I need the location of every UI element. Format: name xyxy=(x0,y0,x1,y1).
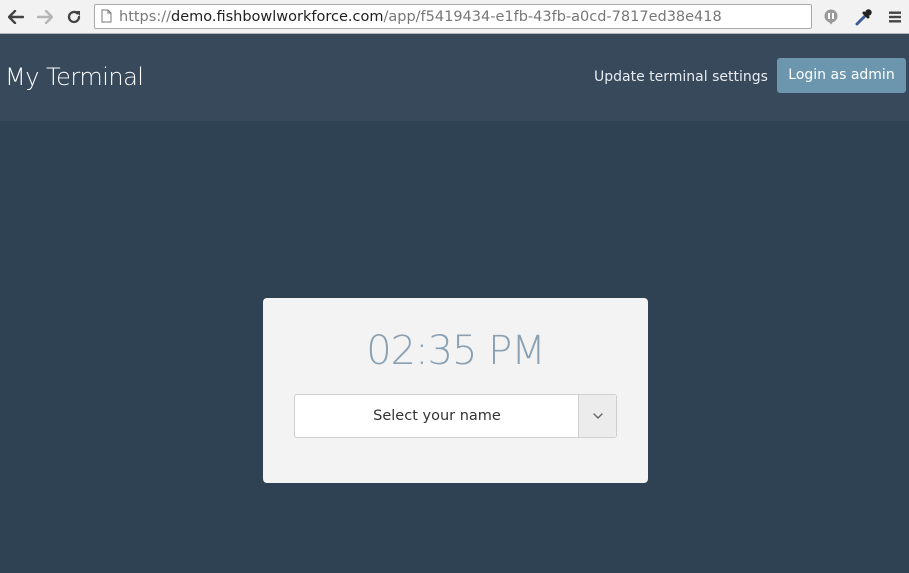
url-text: https://demo.fishbowlworkforce.com/app/f… xyxy=(119,8,722,26)
url-host: demo.fishbowlworkforce.com xyxy=(170,9,384,25)
eyedropper-icon[interactable] xyxy=(853,6,875,28)
dropdown-toggle[interactable] xyxy=(578,395,616,437)
name-select-dropdown[interactable]: Select your name xyxy=(294,394,617,438)
main-area: 02:35 PM Select your name xyxy=(0,121,909,573)
login-as-admin-button[interactable]: Login as admin xyxy=(777,58,906,93)
name-select-label: Select your name xyxy=(373,408,501,424)
forward-arrow-icon[interactable] xyxy=(34,6,56,28)
back-arrow-icon[interactable] xyxy=(5,6,27,28)
url-prefix: https:// xyxy=(119,9,171,25)
update-terminal-settings-link[interactable]: Update terminal settings xyxy=(594,68,768,86)
page-title: My Terminal xyxy=(5,63,144,91)
extension-icon[interactable] xyxy=(820,6,842,28)
terminal-card: 02:35 PM Select your name xyxy=(263,298,648,483)
page-icon xyxy=(101,9,112,28)
app-header: My Terminal Update terminal settings Log… xyxy=(0,34,909,121)
url-path: /app/f5419434-e1fb-43fb-a0cd-7817ed38e41… xyxy=(383,9,722,25)
address-bar[interactable]: https://demo.fishbowlworkforce.com/app/f… xyxy=(94,4,812,29)
reload-icon[interactable] xyxy=(63,6,85,28)
clock-display: 02:35 PM xyxy=(366,328,546,374)
menu-icon[interactable] xyxy=(884,6,906,28)
chevron-down-icon xyxy=(592,413,603,419)
browser-toolbar: https://demo.fishbowlworkforce.com/app/f… xyxy=(0,0,909,34)
